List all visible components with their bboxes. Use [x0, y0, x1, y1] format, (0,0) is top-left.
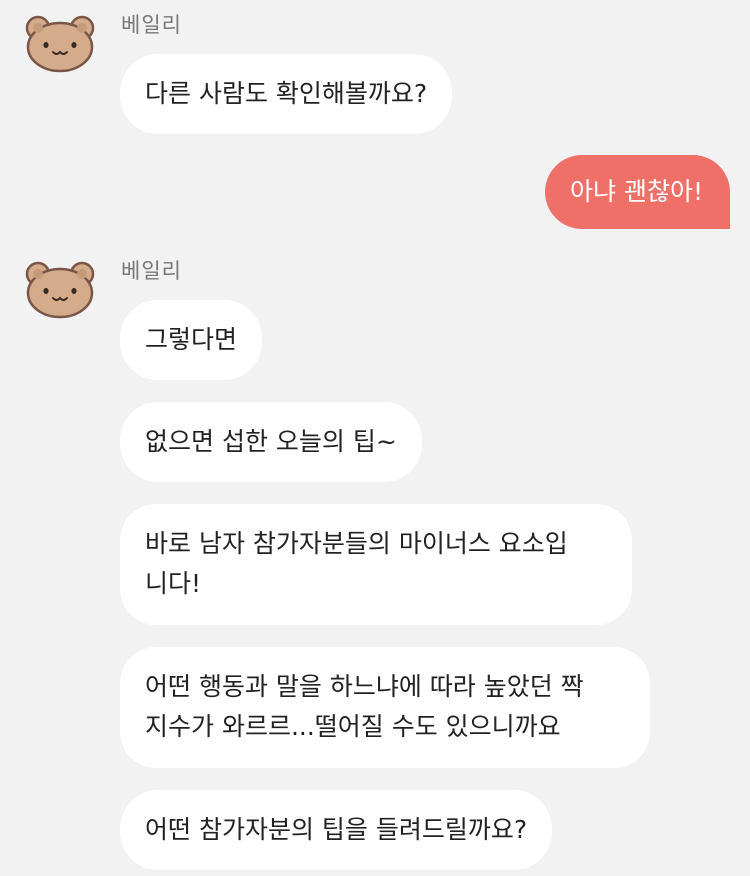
message-text-line: 니다! — [145, 569, 202, 598]
message-text: 없으면 섭한 오늘의 팁~ — [145, 427, 397, 456]
message-text: 다른 사람도 확인해볼까요? — [145, 79, 428, 108]
incoming-message-bubble[interactable]: 바로 남자 참가자분들의 마이너스 요소입 니다! — [120, 504, 632, 625]
incoming-message-bubble[interactable]: 다른 사람도 확인해볼까요? — [120, 54, 453, 134]
message-text: 그렇다면 — [145, 325, 238, 354]
bear-face-icon[interactable] — [24, 260, 96, 320]
message-text-line: 지수가 와르르...떨어질 수도 있으니까요 — [145, 712, 561, 741]
sender-name: 베일리 — [121, 13, 182, 37]
message-text: 아냐 괜찮아! — [570, 177, 703, 206]
message-text-line: 어떤 행동과 말을 하느냐에 따라 높았던 짝 — [145, 672, 584, 701]
incoming-message-bubble[interactable]: 그렇다면 — [120, 300, 263, 380]
sender-name: 베일리 — [121, 259, 182, 283]
incoming-message-bubble[interactable]: 없으면 섭한 오늘의 팁~ — [120, 402, 422, 482]
message-text-line: 바로 남자 참가자분들의 마이너스 요소입 — [145, 529, 568, 558]
outgoing-message-bubble[interactable]: 아냐 괜찮아! — [545, 155, 730, 229]
message-text: 어떤 참가자분의 팁을 들려드릴까요? — [145, 815, 528, 844]
incoming-message-bubble[interactable]: 어떤 행동과 말을 하느냐에 따라 높았던 짝 지수가 와르르...떨어질 수도… — [120, 647, 650, 768]
incoming-message-bubble[interactable]: 어떤 참가자분의 팁을 들려드릴까요? — [120, 790, 553, 870]
bear-face-icon[interactable] — [24, 14, 96, 74]
